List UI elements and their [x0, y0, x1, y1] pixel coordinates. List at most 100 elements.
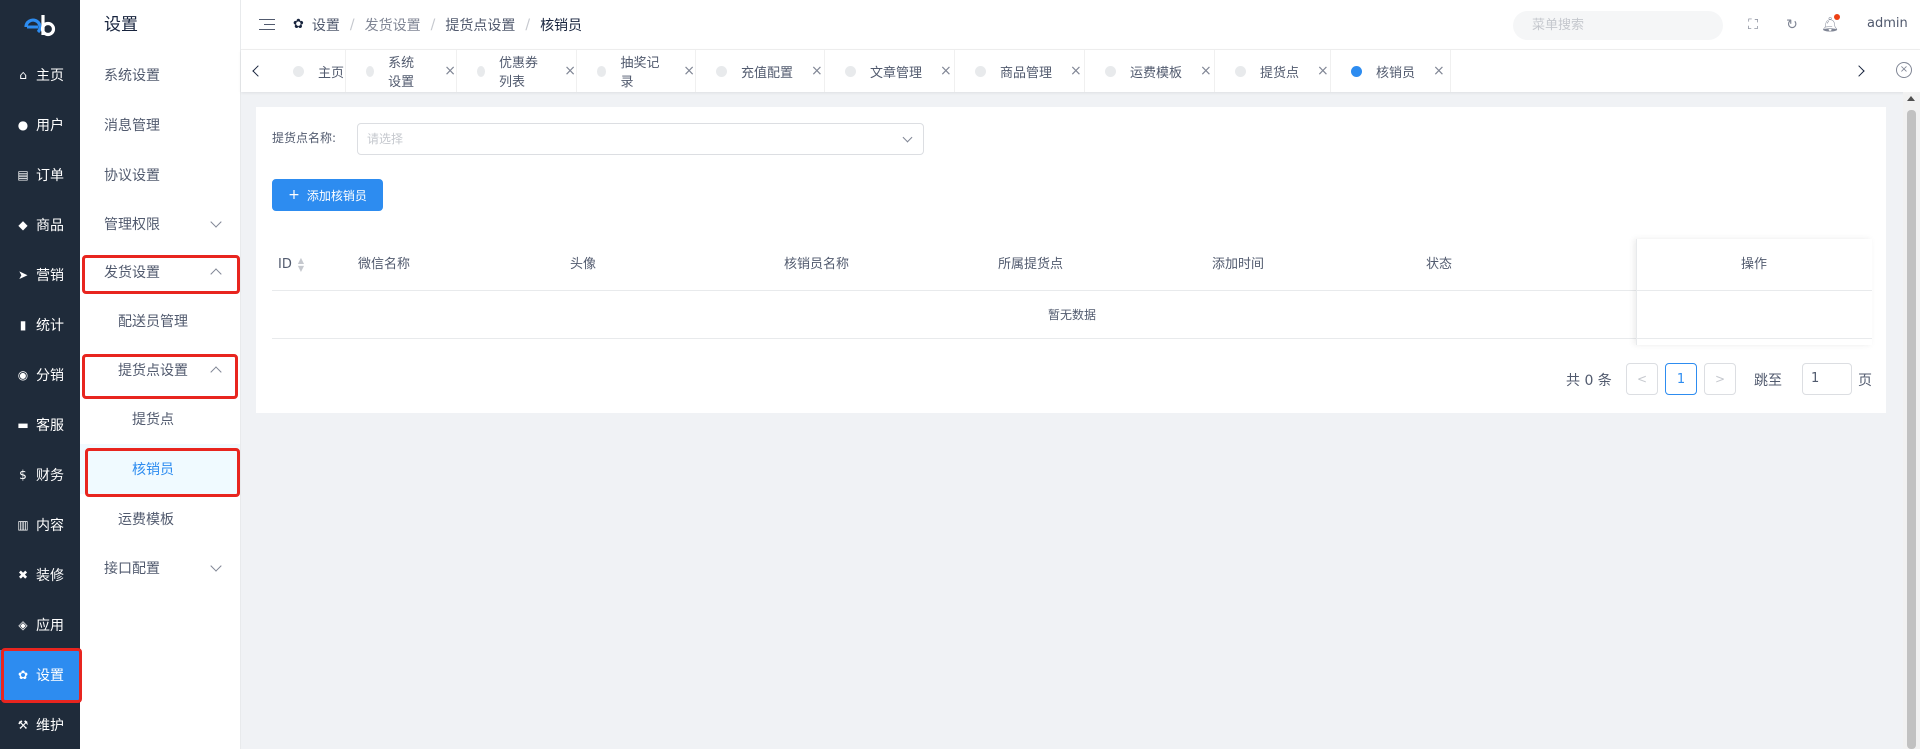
rail-item-marketing[interactable]: ➤ 营销	[0, 250, 80, 300]
menu-item-label: 消息管理	[104, 118, 160, 134]
plus-icon: +	[288, 187, 300, 203]
rail-item-product[interactable]: ◆ 商品	[0, 200, 80, 250]
breadcrumb-item[interactable]: 提货点设置	[445, 15, 515, 35]
menu-item-pickup-point-settings[interactable]: 提货点设置	[80, 345, 240, 395]
tab-recharge-config[interactable]: 充值配置 ×	[696, 50, 825, 92]
menu-item-system-settings[interactable]: 系统设置	[80, 50, 240, 100]
tabs-scroll-right[interactable]	[1845, 50, 1875, 92]
table-empty-text: 暂无数据	[272, 291, 1872, 339]
close-icon[interactable]: ×	[1070, 63, 1082, 79]
menu-item-agreement-settings[interactable]: 协议设置	[80, 150, 240, 200]
tab-home[interactable]: 主页	[275, 50, 346, 92]
tab-verifier[interactable]: 核销员 ×	[1331, 50, 1451, 92]
rail-item-label: 统计	[36, 318, 64, 334]
rail-item-label: 主页	[36, 68, 64, 84]
fixed-actions-column	[1636, 239, 1872, 345]
column-header-status: 状态	[1426, 257, 1453, 272]
rail-item-apps[interactable]: ◈ 应用	[0, 600, 80, 650]
menu-search-input[interactable]: 菜单搜索	[1513, 11, 1723, 40]
column-header-id[interactable]: ID ▲ ▼	[278, 239, 304, 291]
tools-icon: ✖	[17, 568, 29, 582]
goto-page-input[interactable]: 1	[1802, 363, 1852, 395]
rail-item-label: 用户	[36, 118, 64, 134]
distribution-icon: ◉	[17, 368, 29, 382]
pickup-point-filter-label: 提货点名称:	[272, 131, 337, 145]
rail-item-order[interactable]: ▤ 订单	[0, 150, 80, 200]
rail-item-label: 设置	[36, 668, 64, 684]
close-icon[interactable]: ×	[940, 63, 952, 79]
user-menu[interactable]: admin	[1867, 16, 1908, 31]
next-page-button[interactable]: >	[1704, 363, 1736, 395]
app-icon: ◈	[18, 618, 28, 632]
tab-status-dot	[716, 65, 727, 77]
bell-icon[interactable]: 🔔︎	[1821, 14, 1840, 33]
close-icon[interactable]: ×	[683, 63, 695, 79]
rail-item-content[interactable]: ▥ 内容	[0, 500, 80, 550]
tab-status-dot	[293, 65, 304, 77]
pickup-point-select[interactable]: 请选择	[357, 123, 924, 155]
tab-system-settings[interactable]: 系统设置 ×	[346, 50, 457, 92]
rail-item-label: 分销	[36, 368, 64, 384]
menu-item-verifier[interactable]: 核销员	[80, 444, 240, 494]
tab-lottery-records[interactable]: 抽奖记录 ×	[577, 50, 696, 92]
tab-label: 系统设置	[388, 56, 415, 90]
chevron-down-icon	[210, 560, 222, 572]
sort-icon[interactable]: ▲ ▼	[298, 256, 304, 273]
tab-product-management[interactable]: 商品管理 ×	[955, 50, 1085, 92]
menu-item-pickup-point[interactable]: 提货点	[80, 394, 240, 444]
rail-item-label: 财务	[36, 468, 64, 484]
close-icon[interactable]: ×	[1317, 63, 1329, 79]
rail-item-label: 应用	[36, 618, 64, 634]
tab-status-dot	[597, 65, 607, 77]
tab-coupon-list[interactable]: 优惠券列表 ×	[457, 50, 577, 92]
tab-label: 商品管理	[1000, 65, 1053, 81]
rail-item-decoration[interactable]: ✖ 装修	[0, 550, 80, 600]
rail-item-distribution[interactable]: ◉ 分销	[0, 350, 80, 400]
brand-logo[interactable]	[0, 0, 80, 50]
breadcrumb-item[interactable]: 发货设置	[365, 15, 421, 35]
rail-item-maintenance[interactable]: ⚒ 维护	[0, 700, 80, 749]
prev-page-button[interactable]: <	[1626, 363, 1658, 395]
rail-item-settings[interactable]: ✿ 设置	[0, 650, 80, 700]
notification-dot	[1834, 14, 1840, 20]
menu-item-admin-permissions[interactable]: 管理权限	[80, 199, 240, 249]
tab-article-management[interactable]: 文章管理 ×	[825, 50, 955, 92]
menu-toggle-icon[interactable]	[259, 18, 275, 32]
menu-item-label: 配送员管理	[118, 314, 188, 330]
tabs-scroll-left[interactable]	[241, 50, 271, 92]
chevron-left-icon	[251, 65, 264, 77]
goto-label: 跳至	[1754, 373, 1782, 389]
rail-item-label: 维护	[36, 718, 64, 734]
page-scrollbar[interactable]	[1903, 92, 1920, 749]
rail-item-finance[interactable]: $ 财务	[0, 450, 80, 500]
close-icon[interactable]: ×	[1433, 63, 1445, 79]
menu-item-api-config[interactable]: 接口配置	[80, 543, 240, 593]
tab-freight-template[interactable]: 运费模板 ×	[1085, 50, 1215, 92]
rail-item-service[interactable]: ▬ 客服	[0, 400, 80, 450]
close-icon[interactable]: ×	[1200, 63, 1212, 79]
tab-label: 核销员	[1376, 65, 1416, 81]
book-icon: ▥	[17, 518, 29, 532]
tab-pickup-point[interactable]: 提货点 ×	[1215, 50, 1331, 92]
menu-item-label: 核销员	[132, 462, 174, 478]
rail-item-home[interactable]: ⌂ 主页	[0, 50, 80, 100]
close-icon[interactable]: ×	[444, 63, 456, 79]
close-icon[interactable]: ×	[811, 63, 823, 79]
refresh-icon[interactable]: ↻	[1784, 17, 1800, 33]
close-all-tabs-icon[interactable]: ×	[1896, 62, 1912, 78]
rail-item-label: 内容	[36, 518, 64, 534]
scroll-up-icon[interactable]	[1907, 96, 1915, 101]
scrollbar-thumb[interactable]	[1907, 110, 1916, 749]
page-number-button[interactable]: 1	[1665, 363, 1697, 395]
fullscreen-icon[interactable]: ⛶	[1745, 17, 1761, 33]
menu-item-message-management[interactable]: 消息管理	[80, 100, 240, 150]
breadcrumb-item[interactable]: 设置	[312, 15, 340, 35]
add-verifier-button[interactable]: + 添加核销员	[272, 179, 383, 211]
rail-item-user[interactable]: ● 用户	[0, 100, 80, 150]
menu-item-courier-management[interactable]: 配送员管理	[80, 296, 240, 346]
menu-item-shipping-settings[interactable]: 发货设置	[80, 247, 240, 297]
close-icon[interactable]: ×	[564, 63, 576, 79]
rail-item-statistics[interactable]: ▮ 统计	[0, 300, 80, 350]
chevron-right-icon	[1852, 65, 1865, 77]
menu-item-freight-template[interactable]: 运费模板	[80, 494, 240, 544]
